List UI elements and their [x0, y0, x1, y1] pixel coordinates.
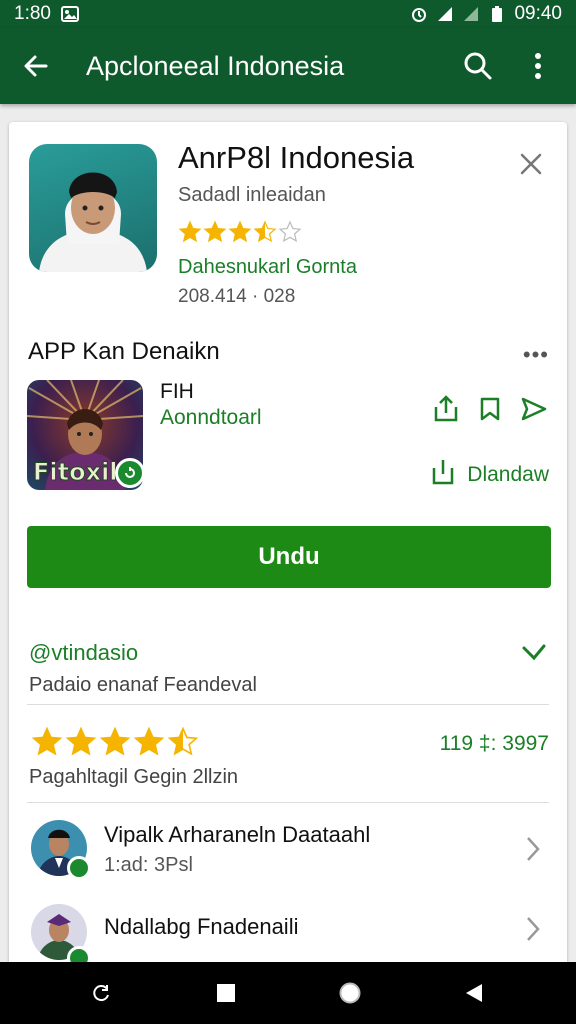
- star-icon: [228, 220, 252, 243]
- section-description: Padaio enanaf Feandeval: [29, 674, 257, 696]
- star-icon: [31, 726, 63, 756]
- recommended-app-subtitle: Aonndtoarl: [160, 406, 262, 429]
- download-label: Dlandaw: [467, 463, 549, 486]
- overflow-menu-icon[interactable]: [516, 44, 560, 88]
- star-icon: [65, 726, 97, 756]
- star-icon: [203, 220, 227, 243]
- status-clock: 09:40: [514, 3, 562, 24]
- chevron-right-icon[interactable]: [521, 914, 545, 944]
- section-title: APP Kan Denaikn: [28, 338, 220, 365]
- list-item-title[interactable]: Ndallabg Fnadenaili: [104, 914, 298, 940]
- signal-icon: [436, 5, 454, 23]
- app-detail-card: AnrP8l Indonesia Sadadl inleaidan Dahesn…: [9, 122, 567, 982]
- recents-icon[interactable]: [204, 971, 248, 1015]
- bookmark-icon[interactable]: [475, 394, 505, 424]
- recommended-actions: [431, 394, 549, 424]
- chevron-down-icon[interactable]: [519, 638, 549, 668]
- home-icon[interactable]: [328, 971, 372, 1015]
- developer-link[interactable]: Dahesnukarl Gornta: [178, 256, 357, 279]
- gallery-notification-icon: [60, 5, 79, 23]
- star-icon: [253, 220, 277, 243]
- star-icon: [178, 220, 202, 243]
- recommended-app-name: FIH: [160, 380, 194, 403]
- back-icon[interactable]: [452, 971, 496, 1015]
- list-item-title[interactable]: Vipalk Arharaneln Daataahl: [104, 822, 370, 848]
- status-time: 1:80: [14, 3, 51, 24]
- app-title: AnrP8l Indonesia: [178, 140, 415, 175]
- system-nav-bar: [0, 962, 576, 1024]
- divider: [27, 802, 549, 803]
- search-icon[interactable]: [456, 44, 500, 88]
- star-icon: [133, 726, 165, 756]
- download-icon: [431, 458, 455, 492]
- signal-secondary-icon: [462, 5, 480, 23]
- more-options-icon[interactable]: •••: [523, 342, 549, 368]
- back-arrow-icon[interactable]: [16, 46, 56, 86]
- share-icon[interactable]: [431, 394, 461, 424]
- star-icon: [278, 220, 302, 243]
- app-dates: 208.414 · 028: [178, 286, 296, 307]
- badge-icon: [115, 458, 145, 488]
- rating-count: 119 ‡: 3997: [439, 732, 549, 755]
- rating-stars: [31, 726, 199, 758]
- rotate-icon[interactable]: [80, 971, 124, 1015]
- send-icon[interactable]: [519, 394, 549, 424]
- chevron-right-icon[interactable]: [521, 834, 545, 864]
- install-button[interactable]: Undu: [27, 526, 551, 588]
- battery-icon: [488, 5, 506, 23]
- close-icon[interactable]: [513, 146, 549, 182]
- list-item-subtitle: 1:ad: 3Psl: [104, 854, 193, 876]
- alarm-icon: [410, 5, 428, 23]
- recommended-icon-text: Fitoxil: [33, 458, 118, 486]
- app-bar-title: Apcloneeal Indonesia: [86, 50, 345, 81]
- app-rating-stars: [178, 220, 302, 244]
- status-bar: 1:80 09:40: [0, 0, 576, 28]
- divider: [27, 704, 549, 705]
- rating-description: Pagahltagil Gegin 2llzin: [29, 766, 239, 788]
- avatar-badge-icon: [67, 856, 91, 880]
- section-link[interactable]: @vtindasio: [29, 640, 138, 666]
- app-subtitle: Sadadl inleaidan: [178, 184, 326, 206]
- star-icon: [167, 726, 199, 756]
- app-bar: Apcloneeal Indonesia: [0, 28, 576, 104]
- download-link[interactable]: Dlandaw: [431, 458, 549, 492]
- app-icon: [29, 144, 157, 272]
- star-icon: [99, 726, 131, 756]
